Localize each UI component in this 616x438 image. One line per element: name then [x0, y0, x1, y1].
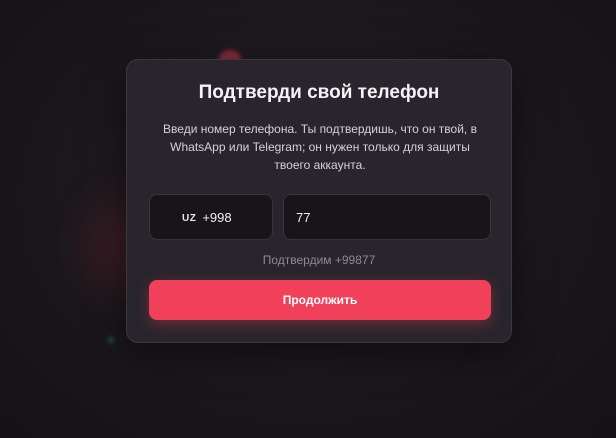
page-background: Подтверди свой телефон Введи номер телеф…: [0, 0, 616, 438]
phone-input-row: UZ +998 77: [149, 194, 491, 240]
country-code-select[interactable]: UZ +998: [149, 194, 273, 240]
dial-code: +998: [202, 209, 232, 225]
modal-title: Подтверди свой телефон: [198, 82, 440, 103]
continue-button[interactable]: Продолжить: [149, 280, 491, 320]
background-footer: [108, 334, 120, 346]
phone-verification-modal: Подтверди свой телефон Введи номер телеф…: [126, 59, 512, 343]
modal-description: Введи номер телефона. Ты подтвердишь, чт…: [163, 122, 477, 172]
phone-number-input[interactable]: 77: [283, 194, 491, 240]
confirm-hint: Подтвердим +99877: [262, 253, 376, 267]
status-dot-icon: [108, 334, 120, 346]
uzbekistan-flag-icon: UZ: [182, 212, 197, 224]
